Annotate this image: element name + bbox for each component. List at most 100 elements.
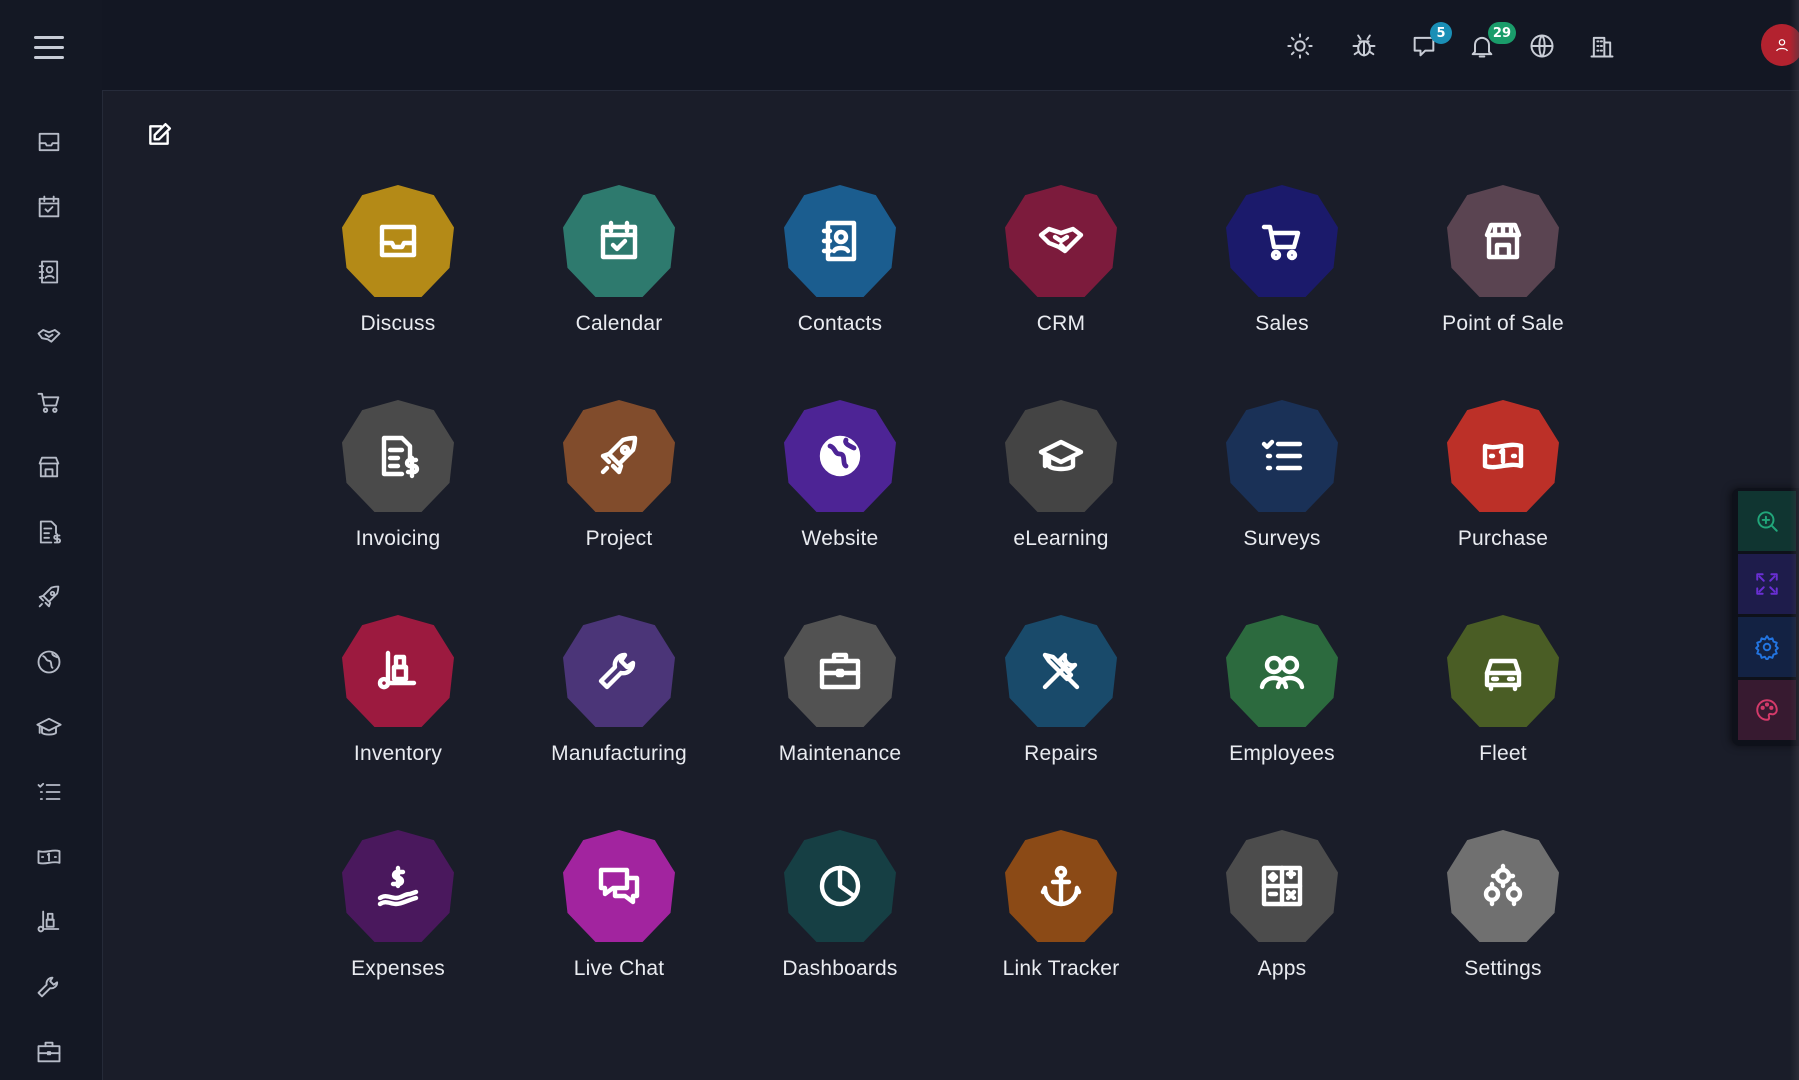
app-tile-website[interactable]: Website [740,400,940,570]
app-tile-badge [342,830,454,942]
notifications-button[interactable]: 29 [1466,22,1516,62]
app-tile-label: Repairs [1024,742,1098,765]
handshake-icon [37,329,61,343]
debug-button[interactable] [1348,30,1380,62]
app-tile-discuss[interactable]: Discuss [298,185,498,355]
rocket-icon [38,585,60,608]
theme-toggle-button[interactable] [1284,30,1316,62]
app-tile-purchase[interactable]: Purchase [1403,400,1603,570]
app-tile-label: Point of Sale [1442,312,1564,335]
sidebar-item-crm[interactable] [34,322,64,352]
calendar-icon [600,220,638,260]
app-tile-label: Sales [1255,312,1309,335]
app-root: 5 29 Discuss Calendar Contacts CRM Sales Poin… [0,0,1799,1080]
rail-settings-button[interactable] [1738,617,1796,677]
edge-shadow [1790,0,1799,1080]
app-tile-label: Invoicing [355,527,441,550]
store-icon [38,456,60,478]
hamburger-icon[interactable] [34,36,64,60]
palette-icon [1756,699,1778,721]
calendar-icon [38,195,60,218]
hand-dollar-icon [377,865,419,907]
app-tile-maintenance[interactable]: Maintenance [740,615,940,785]
app-tile-link-tracker[interactable]: Link Tracker [961,830,1161,1000]
chat-bubbles-icon [598,867,640,905]
invoice-icon [381,435,420,479]
app-tile-label: Website [801,527,879,550]
app-tile-label: Expenses [351,957,445,980]
bug-icon [1352,34,1376,57]
wrench-icon [598,652,636,690]
graduation-cap-icon [36,717,62,736]
app-tile-label: Calendar [575,312,663,335]
company-switcher-button[interactable] [1586,30,1618,62]
sidebar-item-elearning[interactable] [34,712,64,742]
sidebar-item-website[interactable] [34,647,64,677]
app-tile-badge [1226,400,1338,512]
sidebar-item-calendar[interactable] [34,192,64,222]
app-tile-manufacturing[interactable]: Manufacturing [519,615,719,785]
sidebar-item-sales[interactable] [34,387,64,417]
rail-zoom-button[interactable] [1738,491,1796,551]
sidebar-item-contacts[interactable] [34,257,64,287]
invoice-icon [39,520,61,544]
app-tile-sales[interactable]: Sales [1182,185,1382,355]
app-tile-badge [1226,830,1338,942]
app-tile-expenses[interactable]: Expenses [298,830,498,1000]
app-tile-dashboards[interactable]: Dashboards [740,830,940,1000]
app-tile-point-of-sale[interactable]: Point of Sale [1403,185,1603,355]
sidebar-item-project[interactable] [34,582,64,612]
app-tile-fleet[interactable]: Fleet [1403,615,1603,785]
app-tile-elearning[interactable]: eLearning [961,400,1161,570]
list-check-icon [37,782,61,800]
sidebar-item-pos[interactable] [34,452,64,482]
car-icon [1484,658,1522,692]
app-tile-live-chat[interactable]: Live Chat [519,830,719,1000]
app-tile-badge [563,400,675,512]
sun-icon [1287,33,1313,59]
globe-icon [819,435,861,477]
messages-button[interactable]: 5 [1408,22,1452,62]
app-tile-contacts[interactable]: Contacts [740,185,940,355]
contacts-icon [821,220,857,262]
app-tile-surveys[interactable]: Surveys [1182,400,1382,570]
users-icon [1259,655,1305,690]
contacts-icon [38,260,59,284]
rail-fullscreen-button[interactable] [1738,554,1796,614]
sidebar-item-invoicing[interactable] [34,517,64,547]
settings-icon [1755,635,1779,660]
edit-icon[interactable] [146,122,172,148]
sidebar-item-discuss[interactable] [34,127,64,157]
app-tile-calendar[interactable]: Calendar [519,185,719,355]
sidebar-item-purchase[interactable] [34,842,64,872]
app-tile-repairs[interactable]: Repairs [961,615,1161,785]
sidebar-item-inventory[interactable] [34,907,64,937]
app-tile-crm[interactable]: CRM [961,185,1161,355]
briefcase-icon [37,1041,61,1063]
app-tile-label: Settings [1464,957,1542,980]
zoom-in-icon [1757,511,1778,532]
app-tile-project[interactable]: Project [519,400,719,570]
app-tile-apps[interactable]: Apps [1182,830,1382,1000]
app-tile-badge [1226,185,1338,297]
language-button[interactable] [1526,30,1558,62]
app-tile-badge [563,185,675,297]
sidebar-item-maintenance[interactable] [34,1037,64,1067]
app-tile-invoicing[interactable]: Invoicing [298,400,498,570]
building-icon [1590,36,1614,58]
app-tile-label: Employees [1229,742,1335,765]
sidebar-item-surveys[interactable] [34,777,64,807]
sidebar-item-manufacturing[interactable] [34,972,64,1002]
rail-palette-button[interactable] [1738,680,1796,740]
app-tile-label: Dashboards [782,957,898,980]
rocket-icon [600,435,638,475]
app-tile-settings[interactable]: Settings [1403,830,1603,1000]
app-tile-badge [784,830,896,942]
app-tile-employees[interactable]: Employees [1182,615,1382,785]
app-tile-label: Purchase [1457,527,1549,550]
app-tile-inventory[interactable]: Inventory [298,615,498,785]
app-tile-badge [1447,185,1559,297]
globe-icon [1530,34,1554,58]
graduation-cap-icon [1038,439,1084,472]
messages-badge: 5 [1430,22,1452,44]
